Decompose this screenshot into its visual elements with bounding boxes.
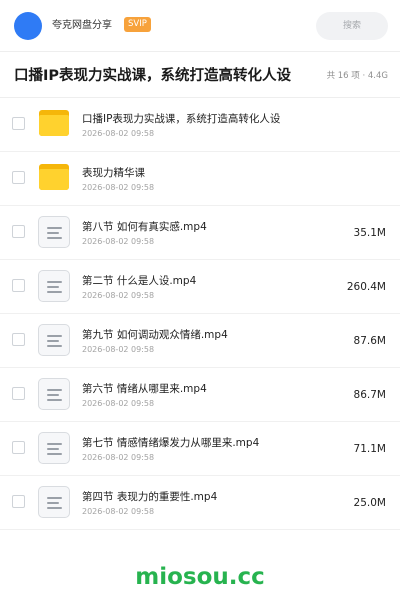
list-item[interactable]: 口播IP表现力实战课，系统打造高转化人设 2026-08-02 09:58 <box>0 98 400 152</box>
item-date: 2026-08-02 09:58 <box>82 399 155 408</box>
search-input[interactable]: 搜索 <box>316 12 388 40</box>
share-name: 夸克网盘分享 <box>52 20 112 31</box>
item-name: 口播IP表现力实战课，系统打造高转化人设 <box>82 113 281 125</box>
item-name: 第七节 情感情绪爆发力从哪里来.mp4 <box>82 437 260 449</box>
item-size: 35.1M <box>353 227 386 239</box>
list-item[interactable]: 第七节 情感情绪爆发力从哪里来.mp4 2026-08-02 09:58 71.… <box>0 422 400 476</box>
item-size: 25.0M <box>353 497 386 509</box>
list-item[interactable]: 第六节 情绪从哪里来.mp4 2026-08-02 09:58 86.7M <box>0 368 400 422</box>
item-name: 第九节 如何调动观众情绪.mp4 <box>82 329 228 341</box>
folder-title-bar: 口播IP表现力实战课，系统打造高转化人设 共 16 项 · 4.4G <box>0 52 400 98</box>
item-date: 2026-08-02 09:58 <box>82 507 155 516</box>
watermark: miosou.cc <box>135 564 265 590</box>
item-size: 87.6M <box>353 335 386 347</box>
item-size: 86.7M <box>353 389 386 401</box>
video-file-icon <box>38 486 70 518</box>
svip-badge: SVIP <box>124 17 151 32</box>
list-item[interactable]: 表现力精华课 2026-08-02 09:58 <box>0 152 400 206</box>
video-file-icon <box>38 432 70 464</box>
list-item[interactable]: 第四节 表现力的重要性.mp4 2026-08-02 09:58 25.0M <box>0 476 400 530</box>
file-list: 口播IP表现力实战课，系统打造高转化人设 2026-08-02 09:58 表现… <box>0 98 400 530</box>
list-item[interactable]: 第八节 如何有真实感.mp4 2026-08-02 09:58 35.1M <box>0 206 400 260</box>
row-checkbox[interactable] <box>12 117 25 130</box>
item-date: 2026-08-02 09:58 <box>82 237 155 246</box>
row-checkbox[interactable] <box>12 387 25 400</box>
row-checkbox[interactable] <box>12 495 25 508</box>
page-title: 口播IP表现力实战课，系统打造高转化人设 <box>14 68 292 84</box>
avatar[interactable] <box>14 12 42 40</box>
item-date: 2026-08-02 09:58 <box>82 345 155 354</box>
list-item[interactable]: 第九节 如何调动观众情绪.mp4 2026-08-02 09:58 87.6M <box>0 314 400 368</box>
item-name: 表现力精华课 <box>82 167 145 179</box>
item-size: 260.4M <box>346 281 386 293</box>
video-file-icon <box>38 324 70 356</box>
row-checkbox[interactable] <box>12 171 25 184</box>
list-item[interactable]: 第二节 什么是人设.mp4 2026-08-02 09:58 260.4M <box>0 260 400 314</box>
row-checkbox[interactable] <box>12 279 25 292</box>
item-name: 第四节 表现力的重要性.mp4 <box>82 491 218 503</box>
item-name: 第二节 什么是人设.mp4 <box>82 275 197 287</box>
video-file-icon <box>38 216 70 248</box>
item-name: 第八节 如何有真实感.mp4 <box>82 221 207 233</box>
item-date: 2026-08-02 09:58 <box>82 291 155 300</box>
folder-icon <box>38 108 70 140</box>
item-size: 71.1M <box>353 443 386 455</box>
video-file-icon <box>38 270 70 302</box>
item-date: 2026-08-02 09:58 <box>82 129 155 138</box>
row-checkbox[interactable] <box>12 333 25 346</box>
item-date: 2026-08-02 09:58 <box>82 183 155 192</box>
row-checkbox[interactable] <box>12 225 25 238</box>
folder-meta: 共 16 项 · 4.4G <box>326 71 388 81</box>
item-name: 第六节 情绪从哪里来.mp4 <box>82 383 207 395</box>
item-date: 2026-08-02 09:58 <box>82 453 155 462</box>
video-file-icon <box>38 378 70 410</box>
header: 夸克网盘分享 SVIP 搜索 <box>0 0 400 52</box>
row-checkbox[interactable] <box>12 441 25 454</box>
folder-icon <box>38 162 70 194</box>
